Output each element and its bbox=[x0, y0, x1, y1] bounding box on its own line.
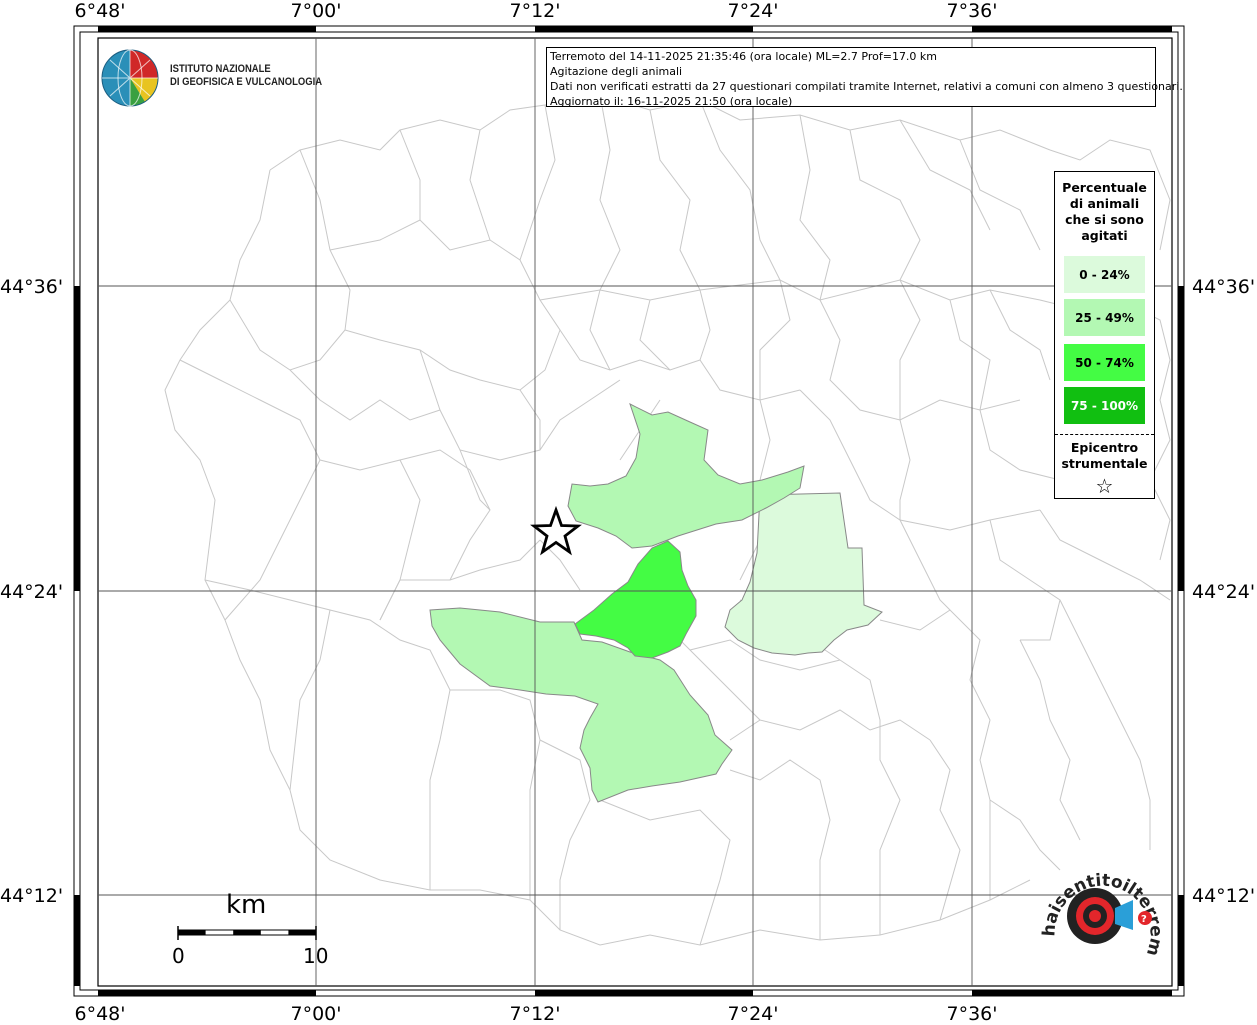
lat-label-left-2: 44°24' bbox=[0, 581, 64, 603]
event-info-line-4: Aggiornato il: 16-11-2025 21:50 (ora loc… bbox=[550, 95, 793, 108]
legend-box: Percentuale di animali che si sono agita… bbox=[1054, 171, 1155, 499]
legend-swatch-0-24: 0 - 24% bbox=[1064, 256, 1145, 293]
legend-separator bbox=[1055, 434, 1154, 435]
legend-epicentro: Epicentro strumentale bbox=[1055, 440, 1154, 472]
lon-label-top-1: 6°48' bbox=[74, 0, 126, 22]
event-info-line-1: Terremoto del 14-11-2025 21:35:46 (ora l… bbox=[550, 50, 938, 63]
legend-swatch-label: 0 - 24% bbox=[1079, 267, 1130, 282]
legend-swatch-label: 75 - 100% bbox=[1070, 398, 1139, 413]
legend-title-line-3: che si sono bbox=[1065, 212, 1144, 227]
lat-label-left-3: 44°12' bbox=[0, 885, 64, 907]
legend-swatch-75-100: 75 - 100% bbox=[1064, 387, 1145, 424]
lon-label-bottom-3: 7°12' bbox=[509, 1003, 561, 1025]
event-info-line-3: Dati non verificati estratti da 27 quest… bbox=[550, 80, 1183, 93]
lat-label-right-2: 44°24' bbox=[1192, 581, 1256, 603]
legend-epicentro-line-1: Epicentro bbox=[1070, 440, 1139, 455]
lat-label-right-1: 44°36' bbox=[1192, 276, 1256, 298]
logo-line-1: ISTITUTO NAZIONALE bbox=[170, 63, 271, 75]
legend-title: Percentuale di animali che si sono agita… bbox=[1055, 180, 1154, 244]
legend-title-line-1: Percentuale bbox=[1062, 180, 1147, 195]
legend-swatch-label: 50 - 74% bbox=[1075, 355, 1134, 370]
scale-unit: km bbox=[226, 890, 267, 920]
lon-label-top-5: 7°36' bbox=[946, 0, 998, 22]
legend-star-icon: ☆ bbox=[1095, 474, 1114, 498]
lat-label-right-3: 44°12' bbox=[1192, 885, 1256, 907]
event-info-box: Terremoto del 14-11-2025 21:35:46 (ora l… bbox=[546, 47, 1183, 108]
legend-title-line-2: di animali bbox=[1069, 196, 1140, 211]
lon-label-top-3: 7°12' bbox=[509, 0, 561, 22]
svg-text:?: ? bbox=[1141, 914, 1147, 925]
legend-swatch-label: 25 - 49% bbox=[1075, 310, 1134, 325]
lon-label-bottom-4: 7°24' bbox=[727, 1003, 779, 1025]
lat-label-left-1: 44°36' bbox=[0, 276, 64, 298]
legend-swatch-50-74: 50 - 74% bbox=[1064, 344, 1145, 381]
event-info-line-2: Agitazione degli animali bbox=[550, 65, 683, 78]
lon-label-bottom-2: 7°00' bbox=[290, 1003, 342, 1025]
ingv-logo-text: ISTITUTO NAZIONALE DI GEOFISICA E VULCAN… bbox=[170, 63, 322, 89]
lon-label-bottom-5: 7°36' bbox=[946, 1003, 998, 1025]
legend-title-line-4: agitati bbox=[1081, 228, 1128, 243]
logo-line-2: DI GEOFISICA E VULCANOLOGIA bbox=[170, 76, 323, 88]
scale-start: 0 bbox=[172, 944, 185, 968]
haisentito-logo-icon: haisentitoilterremoto.it ? bbox=[1037, 866, 1166, 958]
lon-label-top-4: 7°24' bbox=[727, 0, 779, 22]
legend-swatch-25-49: 25 - 49% bbox=[1064, 299, 1145, 336]
lon-label-bottom-1: 6°48' bbox=[74, 1003, 126, 1025]
legend-epicentro-line-2: strumentale bbox=[1061, 456, 1148, 471]
scale-end: 10 bbox=[303, 944, 329, 968]
lon-label-top-2: 7°00' bbox=[290, 0, 342, 22]
